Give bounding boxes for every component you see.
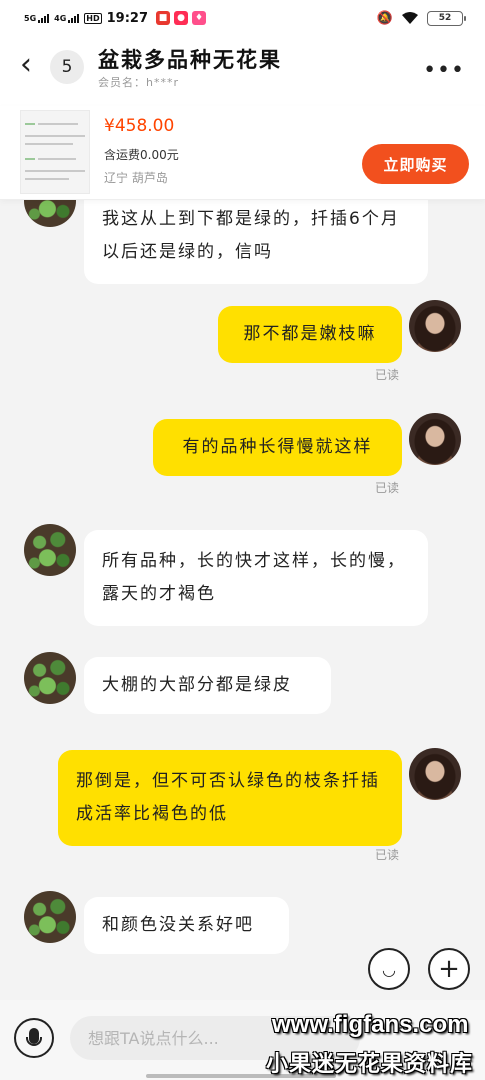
buyer-avatar[interactable] xyxy=(409,300,461,352)
plus-icon[interactable]: + xyxy=(428,948,470,990)
read-receipt: 已读 xyxy=(375,368,400,382)
read-receipt: 已读 xyxy=(375,848,400,862)
unread-count-badge[interactable]: 5 xyxy=(50,50,84,84)
notification-app-icon: ♦ xyxy=(192,11,207,25)
shipping-fee: 含运费0.00元 xyxy=(104,148,179,162)
message-bubble[interactable]: 那倒是，但不可否认绿色的枝条扦插成活率比褐色的低 xyxy=(58,750,402,846)
notification-app-icon: ● xyxy=(174,11,189,25)
message-list[interactable]: 我这从上到下都是绿的，扦插6个月以后还是绿的，信吗 那不都是嫩枝嘛 已读 有的品… xyxy=(0,200,485,1000)
product-card[interactable]: ¥458.00 含运费0.00元 辽宁 葫芦岛 立即购买 xyxy=(0,106,485,200)
message-bubble[interactable]: 和颜色没关系好吧 xyxy=(84,897,289,954)
message-bubble[interactable]: 我这从上到下都是绿的，扦插6个月以后还是绿的，信吗 xyxy=(84,200,428,284)
buyer-avatar[interactable] xyxy=(409,413,461,465)
wifi-icon xyxy=(402,12,418,24)
signal-bars-icon xyxy=(67,13,80,23)
notification-app-icon: ■ xyxy=(156,11,171,25)
seller-location: 辽宁 葫芦岛 xyxy=(104,171,168,185)
hd-badge: HD xyxy=(84,12,102,24)
signal-bars-icon xyxy=(37,13,50,23)
buyer-avatar[interactable] xyxy=(409,748,461,800)
signal-5g: 5G xyxy=(24,13,50,23)
mute-icon: 🔕 xyxy=(376,10,393,26)
message-bubble[interactable]: 那不都是嫩枝嘛 xyxy=(218,306,402,363)
page-title: 盆栽多品种无花果 xyxy=(98,48,282,72)
member-name: 会员名：h***r xyxy=(98,76,179,89)
seller-avatar[interactable] xyxy=(24,200,76,227)
status-bar: 5G 4G HD 19:27 ■ ● ♦ 🔕 52 xyxy=(0,0,485,36)
message-bubble[interactable]: 大棚的大部分都是绿皮 xyxy=(84,657,331,714)
more-options-icon[interactable]: ••• xyxy=(423,58,465,83)
message-bubble[interactable]: 有的品种长得慢就这样 xyxy=(153,419,402,476)
emoji-icon[interactable]: ◡ xyxy=(368,948,410,990)
read-receipt: 已读 xyxy=(375,481,400,495)
chat-header: ‹ 5 盆栽多品种无花果 会员名：h***r ••• xyxy=(0,36,485,106)
seller-avatar[interactable] xyxy=(24,652,76,704)
voice-input-button[interactable] xyxy=(14,1018,54,1058)
seller-avatar[interactable] xyxy=(24,891,76,943)
seller-avatar[interactable] xyxy=(24,524,76,576)
watermark-url: www.figfans.com xyxy=(272,1011,469,1038)
battery-icon: 52 xyxy=(427,10,466,26)
clock: 19:27 xyxy=(106,10,149,26)
buy-now-button[interactable]: 立即购买 xyxy=(362,144,469,184)
signal-4g: 4G xyxy=(54,13,80,23)
message-bubble[interactable]: 所有品种，长的快才这样，长的慢，露天的才褐色 xyxy=(84,530,428,626)
back-icon[interactable]: ‹ xyxy=(20,50,32,80)
product-thumbnail[interactable] xyxy=(20,110,90,194)
watermark-title: 小果迷无花果资料库 xyxy=(266,1052,474,1077)
product-price: ¥458.00 xyxy=(104,116,175,136)
